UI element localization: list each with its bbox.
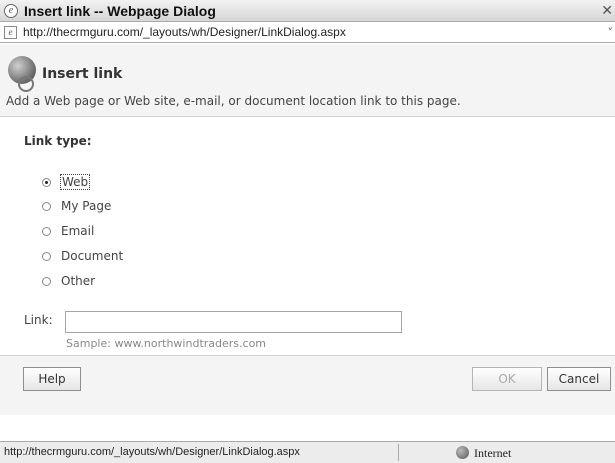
page-icon: e [4,25,17,39]
radio-my-page-label[interactable]: My Page [61,199,111,213]
dialog-footer: Help OK Cancel [0,356,615,415]
close-icon[interactable]: ✕ [601,3,613,19]
radio-other[interactable]: Other [42,274,95,288]
link-label: Link: [24,313,53,327]
dialog-title: Insert link [42,66,123,82]
radio-email[interactable]: Email [42,224,94,238]
status-bar: http://thecrmguru.com/_layouts/wh/Design… [0,441,615,463]
link-sample-hint: Sample: www.northwindtraders.com [66,337,267,350]
dialog-description: Add a Web page or Web site, e-mail, or d… [6,94,461,108]
link-input[interactable] [65,311,402,333]
status-separator [398,444,399,461]
radio-my-page[interactable]: My Page [42,199,111,213]
status-url: http://thecrmguru.com/_layouts/wh/Design… [4,446,300,458]
ok-button[interactable]: OK [472,367,542,391]
radio-email-button[interactable] [42,226,51,236]
internet-zone-icon [456,446,469,459]
radio-other-label[interactable]: Other [61,274,95,288]
radio-web[interactable]: Web [42,174,91,190]
radio-email-label[interactable]: Email [61,224,94,238]
globe-link-icon [8,56,36,92]
link-type-label: Link type: [24,134,92,148]
help-button[interactable]: Help [23,367,81,391]
window-title: Insert link -- Webpage Dialog [24,2,216,19]
radio-other-button[interactable] [42,276,51,286]
radio-document-button[interactable] [42,251,51,261]
radio-web-label[interactable]: Web [59,174,91,190]
address-bar: e http://thecrmguru.com/_layouts/wh/Desi… [0,22,615,43]
radio-my-page-button[interactable] [42,201,51,211]
chevron-down-icon[interactable]: ˅ [608,26,614,39]
radio-document[interactable]: Document [42,249,123,263]
address-url: http://thecrmguru.com/_layouts/wh/Design… [23,25,346,39]
dialog-header: Insert link Add a Web page or Web site, … [0,44,615,116]
header-divider [0,116,615,117]
radio-document-label[interactable]: Document [61,249,123,263]
radio-web-button[interactable] [42,177,51,187]
ie-icon: e [4,3,18,18]
status-zone: Internet [474,446,512,460]
cancel-button[interactable]: Cancel [547,367,611,391]
window-titlebar: e Insert link -- Webpage Dialog ✕ [0,0,615,22]
